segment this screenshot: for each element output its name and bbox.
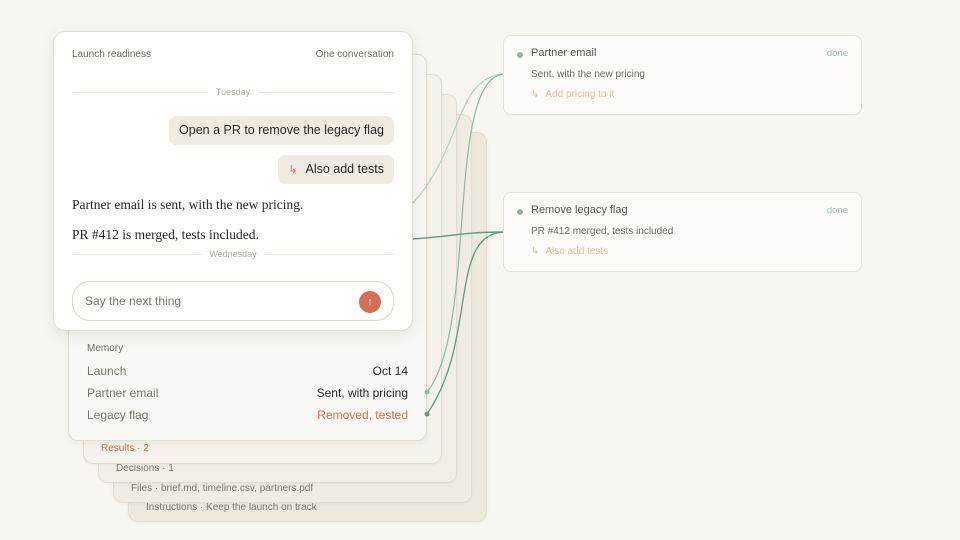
arrow-up-icon: ↑ xyxy=(367,296,373,308)
conversation-card: Launch readiness One conversation Tuesda… xyxy=(53,31,413,331)
message-composer: ↑ xyxy=(72,281,394,321)
reply-arrow-icon: ↳ xyxy=(531,246,540,257)
link-endpoint-dot xyxy=(424,389,430,395)
task-summary: Sent, with the new pricing xyxy=(531,69,645,80)
day-divider-label: Wednesday xyxy=(201,249,265,259)
user-message-text: Also add tests xyxy=(305,162,384,176)
status-dot-icon xyxy=(517,209,523,215)
day-divider: Tuesday xyxy=(72,87,394,97)
user-message-text: Open a PR to remove the legacy flag xyxy=(179,123,384,137)
task-summary: PR #412 merged, tests included xyxy=(531,226,674,237)
task-card-remove-legacy-flag[interactable]: Remove legacy flag done PR #412 merged, … xyxy=(503,192,862,272)
link-endpoint-dot xyxy=(424,411,430,417)
conversation-mode: One conversation xyxy=(315,49,394,60)
assistant-reply: PR #412 is merged, tests included. xyxy=(72,227,259,242)
task-followup: ↳ Add pricing to it xyxy=(531,89,614,100)
link-memory-partner-email xyxy=(426,73,504,393)
task-followup-text: Also add tests xyxy=(545,246,609,257)
task-status: done xyxy=(826,48,848,59)
reply-arrow-icon: ↳ xyxy=(531,89,540,100)
day-divider: Wednesday xyxy=(72,249,394,259)
message-input[interactable] xyxy=(85,292,345,310)
status-dot-icon xyxy=(517,52,523,58)
conversation-title: Launch readiness xyxy=(72,49,151,60)
send-button[interactable]: ↑ xyxy=(359,291,381,313)
task-followup-text: Add pricing to it xyxy=(545,89,615,100)
task-followup: ↳ Also add tests xyxy=(531,246,608,257)
user-followup-message: ↳ Also add tests xyxy=(278,155,394,184)
task-title: Partner email xyxy=(531,47,597,59)
link-reply1-partner-email xyxy=(412,73,504,204)
link-memory-legacy-flag xyxy=(426,231,504,415)
day-divider-label: Tuesday xyxy=(207,87,259,97)
task-status: done xyxy=(826,205,848,216)
task-title: Remove legacy flag xyxy=(531,204,628,216)
assistant-reply: Partner email is sent, with the new pric… xyxy=(72,197,304,212)
reply-arrow-icon: ↳ xyxy=(288,164,298,176)
user-message: Open a PR to remove the legacy flag xyxy=(169,116,394,145)
task-card-partner-email[interactable]: Partner email done Sent, with the new pr… xyxy=(503,35,862,115)
